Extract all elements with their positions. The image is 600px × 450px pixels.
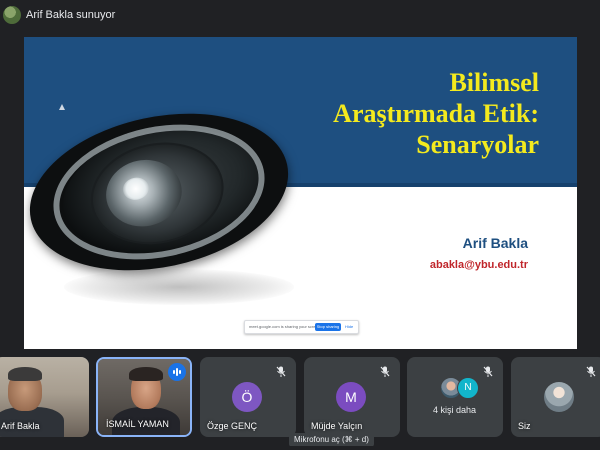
video-person-hair	[129, 367, 163, 381]
shared-screen-slide: Bilimsel Araştırmada Etik: Senaryolar Ar…	[24, 37, 577, 349]
participant-name: Müjde Yalçın	[311, 421, 363, 431]
speaking-indicator-icon	[168, 363, 186, 381]
mic-off-icon	[276, 366, 286, 377]
participant-name: Özge GENÇ	[207, 421, 258, 431]
screen-share-notification: meet.google.com is sharing your screen. …	[244, 320, 359, 334]
participant-name: İSMAİL YAMAN	[106, 419, 169, 429]
mic-off-icon	[586, 366, 596, 377]
video-person-hair	[8, 367, 42, 381]
presenter-avatar	[3, 6, 21, 24]
participant-name: Siz	[518, 421, 531, 431]
participant-avatar: Ö	[232, 382, 262, 412]
participant-tile-self[interactable]: Siz	[511, 357, 600, 437]
participant-avatar: N	[457, 377, 479, 399]
more-participants-label: 4 kişi daha	[433, 405, 477, 415]
presenting-label: Arif Bakla sunuyor	[26, 9, 116, 21]
self-avatar	[544, 382, 574, 412]
participant-tile-ozge[interactable]: Ö Özge GENÇ	[200, 357, 296, 437]
control-bar-edge	[0, 446, 600, 450]
participant-avatar: M	[336, 382, 366, 412]
hide-share-bar-button[interactable]: Hide	[345, 324, 353, 329]
mouse-cursor-icon	[59, 104, 65, 110]
participant-tile-mujde[interactable]: M Müjde Yalçın	[304, 357, 400, 437]
grouped-avatars: N	[440, 377, 480, 399]
stop-sharing-button[interactable]: Stop sharing	[315, 323, 341, 331]
participant-tile-arif[interactable]: Arif Bakla	[0, 357, 89, 437]
participant-name: Arif Bakla	[1, 421, 40, 431]
slide-email: abakla@ybu.edu.tr	[429, 259, 528, 271]
participant-tile-more[interactable]: N 4 kişi daha	[407, 357, 503, 437]
participant-tile-ismail[interactable]: İSMAİL YAMAN	[96, 357, 192, 437]
slide-author: Arif Bakla	[462, 235, 528, 251]
share-notification-text: meet.google.com is sharing your screen.	[249, 324, 322, 329]
mic-off-icon	[380, 366, 390, 377]
mic-off-icon	[483, 366, 493, 377]
presenter-bar: Arif Bakla sunuyor	[0, 0, 600, 30]
unmute-tooltip: Mikrofonu aç (⌘ + d)	[289, 433, 374, 447]
